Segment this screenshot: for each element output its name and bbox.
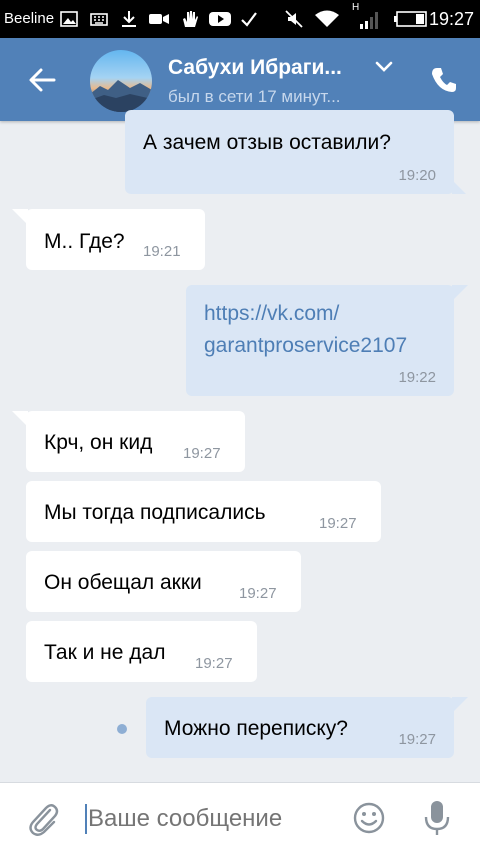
microphone-icon[interactable] — [424, 799, 450, 837]
message-link[interactable]: garantproservice2107 — [204, 334, 407, 358]
message-composer — [0, 782, 480, 855]
message-outgoing[interactable]: А зачем отзыв оставили? 19:20 — [125, 110, 454, 194]
attach-icon[interactable] — [26, 801, 60, 837]
battery-icon — [394, 11, 427, 27]
avatar-image — [90, 80, 152, 112]
message-text: Так и не дал — [44, 641, 166, 664]
carrier-label: Beeline — [4, 10, 55, 27]
message-time: 19:22 — [398, 369, 436, 386]
message-text: М.. Где? — [44, 230, 125, 253]
message-text: А зачем отзыв оставили? — [143, 131, 391, 154]
message-time: 19:27 — [195, 655, 233, 672]
gallery-icon — [60, 11, 78, 27]
message-input[interactable] — [88, 805, 338, 833]
last-seen-status: был в сети 17 минут... — [168, 87, 341, 106]
chat-header: Сабухи Ибраги... был в сети 17 минут... — [0, 38, 480, 121]
status-bar: Beeline H 19:27 — [0, 0, 480, 38]
message-time: 19:27 — [183, 445, 221, 462]
hand-icon — [183, 11, 198, 27]
avatar[interactable] — [90, 50, 152, 112]
bubble-tail — [12, 209, 28, 225]
message-incoming[interactable]: Крч, он кид 19:27 — [26, 411, 245, 472]
message-time: 19:27 — [319, 515, 357, 532]
message-incoming[interactable]: Он обещал акки 19:27 — [26, 551, 301, 612]
message-incoming[interactable]: М.. Где? 19:21 — [26, 209, 205, 270]
bubble-tail — [452, 180, 466, 194]
keyboard-icon — [90, 13, 108, 26]
message-outgoing[interactable]: Можно переписку? 19:27 — [146, 697, 454, 758]
mute-icon — [285, 10, 303, 28]
text-cursor — [85, 804, 87, 834]
unread-indicator — [117, 724, 127, 734]
signal-icon — [360, 12, 378, 29]
message-incoming[interactable]: Мы тогда подписались 19:27 — [26, 481, 381, 542]
bubble-tail — [452, 697, 468, 713]
message-text: Крч, он кид — [44, 431, 153, 454]
clock: 19:27 — [428, 9, 474, 29]
emoji-icon[interactable] — [352, 801, 386, 835]
bubble-tail — [452, 285, 468, 301]
video-icon — [149, 14, 169, 24]
youtube-icon — [209, 12, 231, 26]
message-text: Мы тогда подписались — [44, 501, 266, 524]
bubble-tail — [12, 411, 28, 427]
download-icon — [122, 11, 136, 27]
message-time: 19:27 — [398, 731, 436, 748]
contact-name[interactable]: Сабухи Ибраги... — [168, 56, 342, 80]
check-icon — [241, 12, 257, 27]
message-time: 19:27 — [239, 585, 277, 602]
message-text: Можно переписку? — [164, 717, 348, 740]
message-incoming[interactable]: Так и не дал 19:27 — [26, 621, 257, 682]
wifi-icon — [315, 10, 339, 27]
message-text: Он обещал акки — [44, 571, 202, 594]
chevron-down-icon[interactable] — [374, 60, 394, 74]
message-outgoing[interactable]: https://vk.com/ garantproservice2107 19:… — [186, 285, 454, 396]
message-time: 19:20 — [398, 167, 436, 184]
message-link[interactable]: https://vk.com/ — [204, 302, 339, 326]
phone-icon[interactable] — [430, 66, 458, 94]
back-arrow-icon[interactable] — [26, 64, 58, 96]
message-time: 19:21 — [143, 243, 181, 260]
